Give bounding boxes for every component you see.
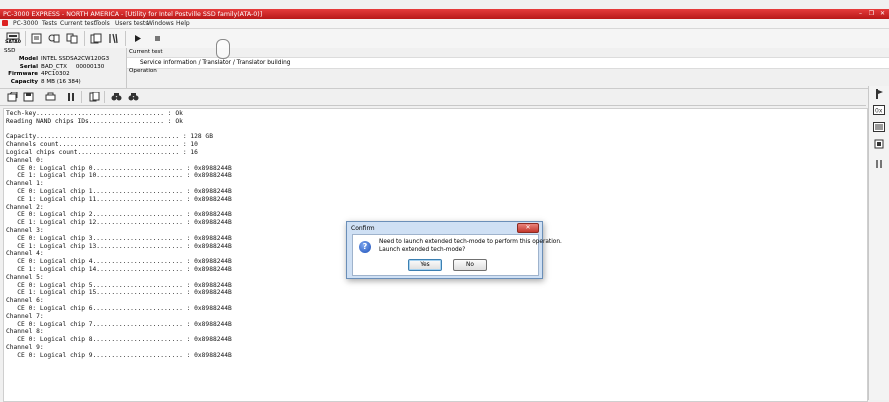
log-line: CE 0: Logical chip 2....................… (6, 211, 232, 219)
dialog-message-line-1: Need to launch extended tech-mode to per… (379, 239, 562, 245)
log-line: CE 0: Logical chip 5....................… (6, 281, 232, 289)
mouse-cursor-icon (216, 39, 230, 59)
capacity-value: 8 MB (16 384) (41, 79, 81, 85)
current-test-header: Current test (129, 49, 163, 55)
dialog-body: ? Need to launch extended tech-mode to p… (352, 234, 562, 276)
find-next-icon[interactable] (127, 91, 139, 103)
model-value: INTEL SSDSA2CW120G3 (41, 56, 110, 62)
log-line: Channel 7: (6, 312, 44, 320)
current-test-path: Service information / Translator / Trans… (140, 59, 291, 66)
stop-icon[interactable] (152, 33, 162, 43)
copy-icon[interactable] (66, 32, 78, 44)
drive-icon[interactable] (30, 32, 42, 44)
log-line: CE 0: Logical chip 8....................… (6, 336, 232, 344)
current-test-row: Service information / Translator / Trans… (127, 57, 889, 69)
operation-label: Operation (129, 68, 157, 74)
dialog-message-line-2: Launch extended tech-mode? (379, 246, 466, 253)
chip-icon[interactable] (873, 138, 885, 150)
menu-pc3000[interactable]: PC-3000 (13, 20, 38, 27)
toolbar-divider (104, 91, 105, 103)
tasks-icon[interactable] (48, 32, 60, 44)
list-view-icon[interactable] (873, 121, 885, 133)
toolbar-divider (25, 31, 26, 46)
drive-info-panel: SSD Model INTEL SSDSA2CW120G3 Serial BAD… (0, 48, 889, 89)
log-save-icon[interactable] (22, 91, 34, 103)
toolbar-divider (84, 31, 85, 46)
menu-bar: PC-3000 Tests Current test Tools Users t… (0, 19, 889, 29)
title-bar: PC-3000 EXPRESS - NORTH AMERICA - [Utili… (0, 9, 889, 19)
window-title: PC-3000 EXPRESS - NORTH AMERICA - [Utili… (3, 10, 263, 18)
capacity-label: Capacity (10, 79, 38, 85)
hex-view-icon[interactable]: 0x (873, 104, 885, 116)
menu-help[interactable]: Help (176, 20, 190, 27)
menu-tools[interactable]: Tools (95, 20, 110, 27)
dialog-title: Confirm (351, 225, 375, 232)
pause-icon[interactable] (65, 91, 77, 103)
log-copy-icon[interactable] (88, 91, 100, 103)
drive-type-label: SSD (4, 48, 16, 54)
log-line: Tech-key................................… (6, 110, 183, 117)
yes-button[interactable]: Yes (408, 259, 442, 271)
log-line: CE 0: Logical chip 1....................… (6, 187, 232, 195)
log-line: Channels count..........................… (6, 141, 198, 149)
dialog-close-button[interactable]: ✕ (517, 223, 539, 233)
svg-text:0x: 0x (875, 108, 883, 115)
log-line: CE 1: Logical chip 15...................… (6, 289, 232, 297)
play-icon[interactable] (133, 33, 143, 43)
app-menu-icon[interactable] (2, 20, 8, 26)
close-window-button[interactable]: ✕ (878, 10, 887, 17)
serial-label: Serial (19, 64, 38, 70)
log-line: Channel 8: (6, 328, 44, 336)
log-line: CE 1: Logical chip 11...................… (6, 195, 232, 203)
firmware-value: 4PC10302 (41, 71, 70, 77)
log-line: Channel 6: (6, 297, 44, 305)
toolbar-divider (81, 91, 82, 103)
log-toolbar (0, 89, 866, 106)
toolbar-divider (125, 31, 126, 46)
no-button[interactable]: No (453, 259, 487, 271)
firmware-label: Firmware (8, 71, 38, 77)
log-line: Channel 2: (6, 203, 44, 211)
log-line: CE 0: Logical chip 6....................… (6, 304, 232, 312)
log-line: Capacity................................… (6, 133, 213, 141)
log-line: Channel 9: (6, 343, 44, 351)
right-tool-sidebar: 0x (868, 86, 889, 400)
log-line: Reading NAND chips IDs..................… (6, 117, 183, 125)
log-print-icon[interactable] (44, 91, 56, 103)
log-open-icon[interactable] (6, 91, 18, 103)
menu-users-tests[interactable]: Users tests (115, 20, 148, 27)
port-icon[interactable]: SATA0 (4, 31, 22, 46)
model-label: Model (18, 56, 38, 62)
log-line: Logical chips count.....................… (6, 148, 198, 156)
log-line: Channel 1: (6, 180, 44, 188)
log-line: Channel 0: (6, 156, 44, 164)
log-line: CE 0: Logical chip 9....................… (6, 351, 232, 359)
confirm-dialog: Confirm ✕ ? Need to launch extended tech… (346, 221, 562, 279)
port-label: SATA0 (5, 40, 21, 45)
current-test-panel: Current test Service information / Trans… (126, 48, 889, 88)
maximize-button[interactable]: ❐ (867, 10, 876, 17)
menu-windows[interactable]: Windows (147, 20, 174, 27)
log-line: CE 0: Logical chip 0....................… (6, 164, 232, 172)
main-toolbar: SATA0 (0, 29, 889, 49)
tools-icon[interactable] (107, 32, 119, 44)
minimize-button[interactable]: – (856, 10, 865, 17)
find-icon[interactable] (110, 91, 122, 103)
pin-icon[interactable] (873, 88, 885, 100)
tools-side-icon[interactable] (873, 158, 885, 170)
menu-current-test[interactable]: Current test (60, 20, 96, 27)
menu-tests[interactable]: Tests (42, 20, 57, 27)
open-icon[interactable] (90, 32, 102, 44)
log-line: CE 1: Logical chip 10...................… (6, 172, 232, 180)
log-line: CE 0: Logical chip 7....................… (6, 320, 232, 328)
dialog-message: Need to launch extended tech-mode to per… (379, 239, 562, 254)
serial-value: BAD_CTX 00000130 (41, 64, 105, 70)
question-icon: ? (359, 241, 371, 253)
